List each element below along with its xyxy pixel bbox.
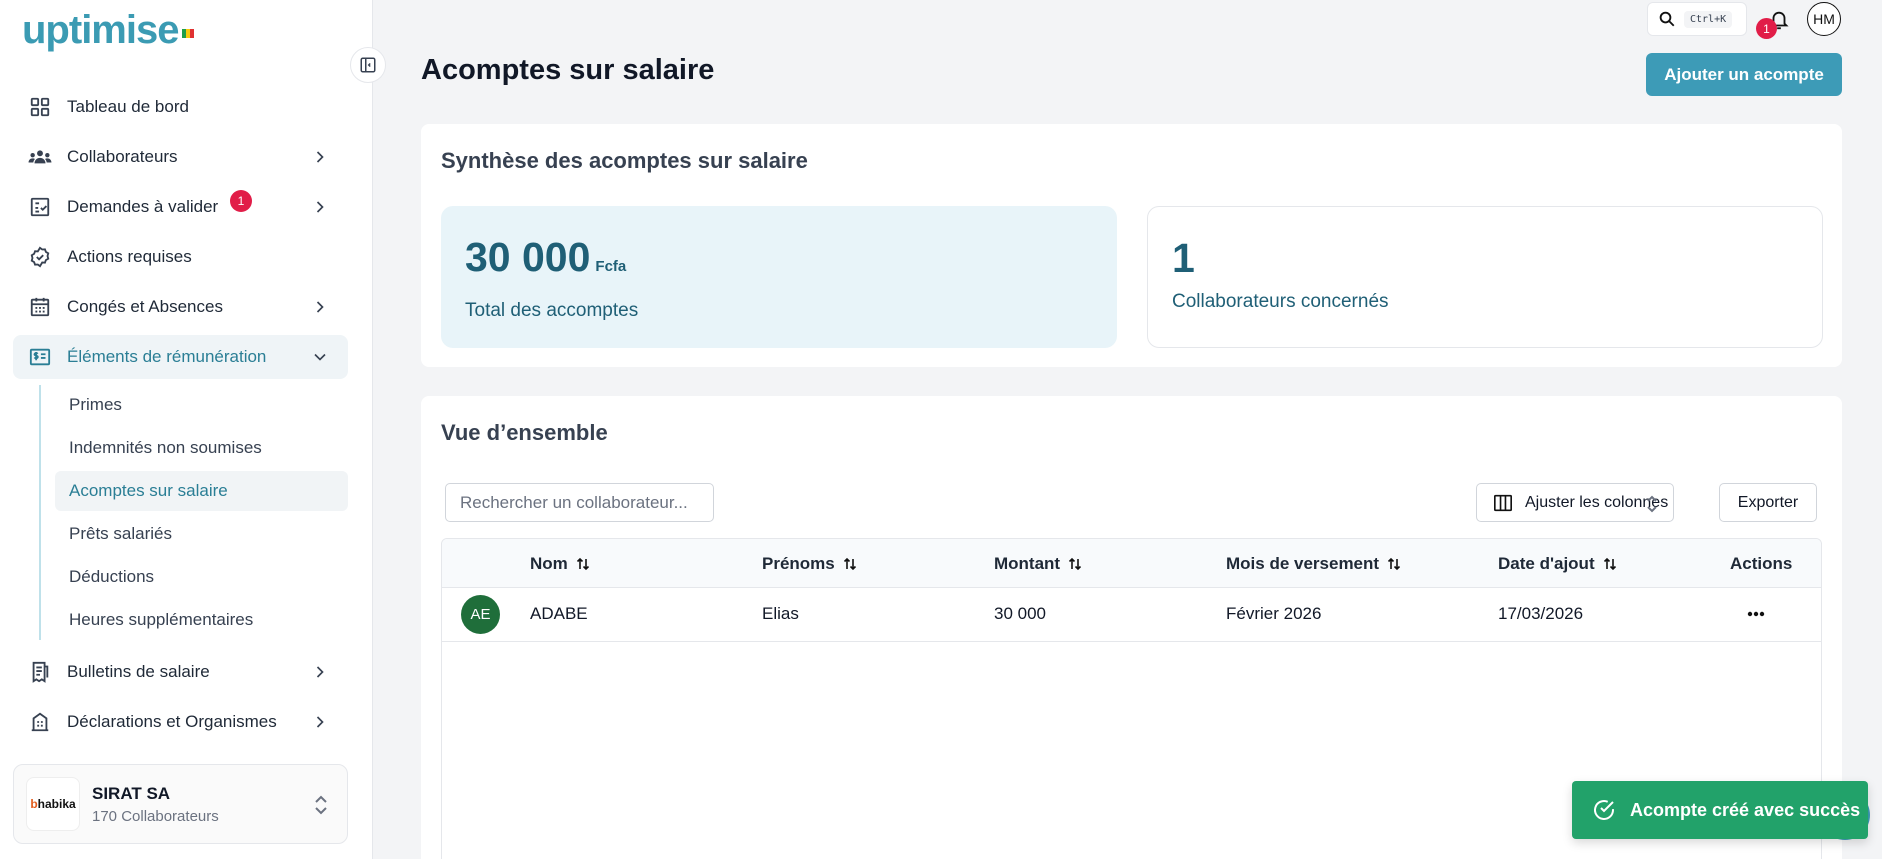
badge-check-icon: [28, 245, 52, 269]
sidebar-item-label: Éléments de rémunération: [67, 347, 267, 366]
sidebar-item-actions-requises[interactable]: Actions requises: [13, 235, 348, 279]
grid-icon: [28, 95, 52, 119]
columns-icon: [1494, 494, 1512, 511]
flag-icon: [182, 29, 195, 38]
summary-card: Synthèse des acomptes sur salaire 30 000…: [421, 124, 1842, 367]
column-header-mois[interactable]: Mois de versement: [1226, 554, 1401, 574]
total-label: Total des accomptes: [465, 300, 639, 321]
sidebar-item-declarations[interactable]: Déclarations et Organismes: [13, 700, 348, 740]
sidebar-nav: Tableau de bord Collaborateurs Demandes …: [13, 85, 348, 740]
sidebar-item-remuneration[interactable]: Éléments de rémunération: [13, 335, 348, 379]
user-avatar[interactable]: HM: [1807, 2, 1841, 36]
cell-mois: Février 2026: [1226, 604, 1322, 623]
users-icon: [28, 145, 52, 169]
building-icon: [28, 710, 52, 734]
company-info: SIRAT SA 170 Collaborateurs: [92, 784, 219, 825]
submenu-item-primes[interactable]: Primes: [55, 385, 348, 425]
checklist-icon: [28, 195, 52, 219]
sort-icon: [843, 557, 856, 571]
notification-badge: 1: [230, 190, 252, 212]
sort-icon: [576, 557, 589, 571]
notifications-count-badge: 1: [1756, 18, 1777, 39]
table-header: Nom Prénoms Montant Mois de versement Da…: [442, 539, 1821, 588]
receipt-icon: [28, 660, 52, 684]
cell-montant: 30 000: [994, 604, 1046, 623]
submenu-item-deductions[interactable]: Déductions: [55, 557, 348, 597]
toast-message: Acompte créé avec succès: [1630, 799, 1861, 820]
summary-title: Synthèse des acomptes sur salaire: [441, 148, 808, 173]
logo-text: uptimise: [22, 8, 179, 52]
total-advances-stat: 30 000 Fcfa Total des accomptes: [441, 206, 1117, 348]
chevron-right-icon: [316, 666, 324, 678]
sidebar-item-conges[interactable]: Congés et Absences: [13, 285, 348, 329]
column-header-prenoms[interactable]: Prénoms: [762, 554, 857, 574]
keyboard-shortcut: Ctrl+K: [1684, 10, 1733, 28]
chevron-right-icon: [316, 716, 324, 728]
sidebar-item-label: Demandes à valider: [67, 197, 219, 216]
column-header-nom[interactable]: Nom: [530, 554, 590, 574]
cell-prenoms: Elias: [762, 604, 799, 623]
chevron-up-down-icon: [1647, 495, 1657, 513]
add-advance-button[interactable]: Ajouter un acompte: [1646, 53, 1842, 96]
sidebar-item-label: Collaborateurs: [67, 147, 178, 166]
submenu-item-prets[interactable]: Prêts salariés: [55, 514, 348, 554]
sort-icon: [1069, 557, 1082, 571]
page-title: Acomptes sur salaire: [421, 54, 715, 86]
currency-unit: Fcfa: [595, 258, 627, 275]
sidebar-item-bulletins[interactable]: Bulletins de salaire: [13, 650, 348, 694]
sidebar: uptimise Tableau de bord Collaborateurs …: [0, 0, 373, 859]
cell-nom: ADABE: [530, 604, 588, 623]
sidebar-item-label: Actions requises: [67, 247, 192, 266]
sort-icon: [1387, 557, 1401, 571]
submenu-item-heures-sup[interactable]: Heures supplémentaires: [55, 600, 348, 640]
sidebar-item-label: Tableau de bord: [67, 97, 189, 116]
total-value: 30 000 Fcfa: [465, 234, 627, 280]
remuneration-submenu: Primes Indemnités non soumises Acomptes …: [39, 385, 348, 640]
collaborators-label: Collaborateurs concernés: [1172, 291, 1389, 312]
chevron-up-down-icon: [315, 795, 327, 815]
collaborators-count: 1: [1172, 235, 1195, 281]
column-header-date[interactable]: Date d'ajout: [1498, 554, 1617, 574]
collaborator-avatar: AE: [461, 595, 500, 634]
sidebar-item-collaborateurs[interactable]: Collaborateurs: [13, 135, 348, 179]
submenu-item-indemnites[interactable]: Indemnités non soumises: [55, 428, 348, 468]
success-toast[interactable]: Acompte créé avec succès: [1572, 781, 1868, 839]
overview-title: Vue d’ensemble: [441, 420, 608, 445]
table-row[interactable]: AE ADABE Elias 30 000 Février 2026 17/03…: [442, 588, 1821, 642]
global-search-button[interactable]: Ctrl+K: [1647, 2, 1747, 36]
submenu-item-acomptes[interactable]: Acomptes sur salaire: [55, 471, 348, 511]
check-circle-icon: [1594, 800, 1614, 820]
collaborator-search-input[interactable]: [445, 483, 714, 522]
column-header-actions: Actions: [1730, 554, 1793, 573]
sidebar-item-dashboard[interactable]: Tableau de bord: [13, 85, 348, 129]
collaborators-stat: 1 Collaborateurs concernés: [1147, 206, 1823, 348]
chevron-right-icon: [316, 151, 324, 163]
app-logo[interactable]: uptimise: [22, 8, 195, 53]
chevron-down-icon: [314, 353, 326, 361]
row-actions-button[interactable]: [1740, 598, 1772, 630]
chevron-right-icon: [316, 301, 324, 313]
company-switcher[interactable]: b habika SIRAT SA 170 Collaborateurs: [13, 764, 348, 844]
cell-date: 17/03/2026: [1498, 604, 1584, 623]
adjust-columns-button[interactable]: Ajuster les colonnes: [1476, 483, 1674, 522]
sidebar-toggle-icon: [360, 57, 376, 73]
more-horizontal-icon: [1747, 611, 1765, 617]
sidebar-item-label: Congés et Absences: [67, 297, 223, 316]
sidebar-item-label: Déclarations et Organismes: [67, 712, 277, 731]
calendar-icon: [28, 295, 52, 319]
search-icon: [1659, 11, 1675, 27]
sidebar-collapse-button[interactable]: [350, 47, 386, 83]
export-button[interactable]: Exporter: [1719, 483, 1817, 522]
column-header-montant[interactable]: Montant: [994, 554, 1082, 574]
company-name: SIRAT SA: [92, 783, 171, 803]
chevron-right-icon: [316, 201, 324, 213]
sidebar-item-demandes[interactable]: Demandes à valider 1: [13, 185, 348, 229]
company-collaborators-count: 170 Collaborateurs: [92, 807, 219, 825]
company-logo: b habika: [26, 777, 80, 831]
sidebar-item-label: Bulletins de salaire: [67, 662, 210, 681]
sort-icon: [1603, 557, 1616, 571]
id-card-icon: [28, 345, 52, 369]
